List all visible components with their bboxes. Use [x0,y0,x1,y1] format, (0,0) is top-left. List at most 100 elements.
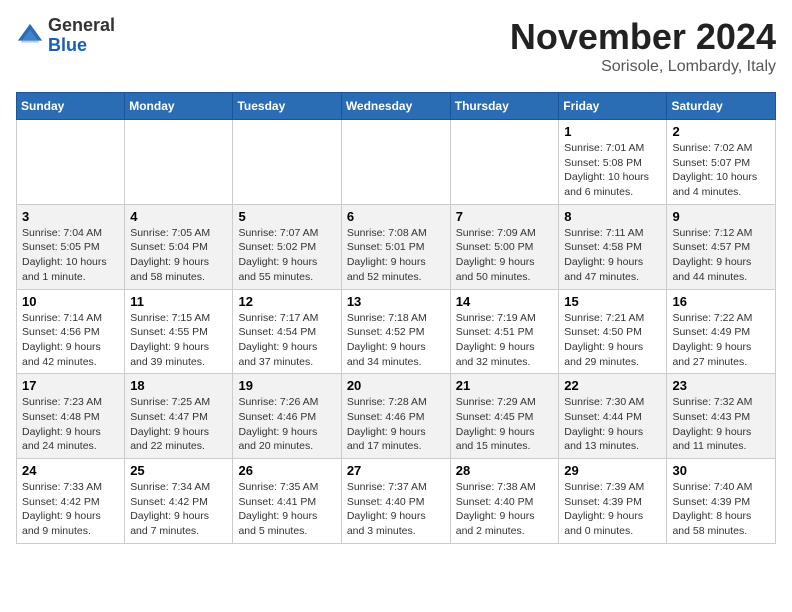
calendar-cell: 19 Sunrise: 7:26 AM Sunset: 4:46 PM Dayli… [233,374,341,459]
day-number: 17 [22,378,119,393]
day-number: 26 [238,463,335,478]
calendar-cell: 10Sunrise: 7:14 AM Sunset: 4:56 PM Dayli… [17,289,125,374]
day-number: 14 [456,294,554,309]
day-info: Sunrise: 7:37 AM Sunset: 4:40 PM Dayligh… [347,480,445,539]
weekday-header-friday: Friday [559,93,667,120]
day-number: 28 [456,463,554,478]
day-info: Sunrise: 7:15 AM Sunset: 4:55 PM Dayligh… [130,311,227,370]
day-info: Sunrise: 7:21 AM Sunset: 4:50 PM Dayligh… [564,311,661,370]
weekday-header-row: SundayMondayTuesdayWednesdayThursdayFrid… [17,93,776,120]
calendar-cell: 15 Sunrise: 7:21 AM Sunset: 4:50 PM Dayli… [559,289,667,374]
calendar-cell: 6 Sunrise: 7:08 AM Sunset: 5:01 PM Daylig… [341,204,450,289]
day-number: 9 [672,209,770,224]
calendar-cell: 4 Sunrise: 7:05 AM Sunset: 5:04 PM Daylig… [125,204,233,289]
day-number: 13 [347,294,445,309]
logo-general: General [48,16,115,36]
day-info: Sunrise: 7:33 AM Sunset: 4:42 PM Dayligh… [22,480,119,539]
day-number: 23 [672,378,770,393]
day-info: Sunrise: 7:05 AM Sunset: 5:04 PM Dayligh… [130,226,227,285]
weekday-header-thursday: Thursday [450,93,559,120]
day-number: 30 [672,463,770,478]
day-info: Sunrise: 7:17 AM Sunset: 4:54 PM Dayligh… [238,311,335,370]
calendar-cell: 20 Sunrise: 7:28 AM Sunset: 4:46 PM Dayli… [341,374,450,459]
day-info: Sunrise: 7:14 AM Sunset: 4:56 PM Dayligh… [22,311,119,370]
week-row-2: 10Sunrise: 7:14 AM Sunset: 4:56 PM Dayli… [17,289,776,374]
day-number: 19 [238,378,335,393]
day-info: Sunrise: 7:07 AM Sunset: 5:02 PM Dayligh… [238,226,335,285]
logo: General Blue [16,16,115,56]
day-number: 6 [347,209,445,224]
calendar-table: SundayMondayTuesdayWednesdayThursdayFrid… [16,92,776,544]
month-title: November 2024 [510,16,776,58]
page-header: General Blue November 2024 Sorisole, Lom… [16,16,776,76]
calendar-cell [17,120,125,205]
day-info: Sunrise: 7:11 AM Sunset: 4:58 PM Dayligh… [564,226,661,285]
calendar-cell: 11 Sunrise: 7:15 AM Sunset: 4:55 PM Dayli… [125,289,233,374]
calendar-cell: 21 Sunrise: 7:29 AM Sunset: 4:45 PM Dayli… [450,374,559,459]
calendar-cell: 22 Sunrise: 7:30 AM Sunset: 4:44 PM Dayli… [559,374,667,459]
day-info: Sunrise: 7:26 AM Sunset: 4:46 PM Dayligh… [238,395,335,454]
calendar-cell: 26Sunrise: 7:35 AM Sunset: 4:41 PM Dayli… [233,459,341,544]
week-row-0: 1Sunrise: 7:01 AM Sunset: 5:08 PM Daylig… [17,120,776,205]
calendar-cell: 27 Sunrise: 7:37 AM Sunset: 4:40 PM Dayli… [341,459,450,544]
calendar-cell: 2 Sunrise: 7:02 AM Sunset: 5:07 PM Daylig… [667,120,776,205]
calendar-cell [233,120,341,205]
day-info: Sunrise: 7:32 AM Sunset: 4:43 PM Dayligh… [672,395,770,454]
day-info: Sunrise: 7:18 AM Sunset: 4:52 PM Dayligh… [347,311,445,370]
day-number: 20 [347,378,445,393]
day-info: Sunrise: 7:01 AM Sunset: 5:08 PM Dayligh… [564,141,661,200]
day-info: Sunrise: 7:38 AM Sunset: 4:40 PM Dayligh… [456,480,554,539]
calendar-cell: 3Sunrise: 7:04 AM Sunset: 5:05 PM Daylig… [17,204,125,289]
calendar-cell: 12 Sunrise: 7:17 AM Sunset: 4:54 PM Dayli… [233,289,341,374]
calendar-cell: 13 Sunrise: 7:18 AM Sunset: 4:52 PM Dayli… [341,289,450,374]
calendar-cell: 24 Sunrise: 7:33 AM Sunset: 4:42 PM Dayli… [17,459,125,544]
week-row-1: 3Sunrise: 7:04 AM Sunset: 5:05 PM Daylig… [17,204,776,289]
day-number: 2 [672,124,770,139]
day-number: 11 [130,294,227,309]
day-number: 21 [456,378,554,393]
calendar-cell [125,120,233,205]
calendar-cell: 8Sunrise: 7:11 AM Sunset: 4:58 PM Daylig… [559,204,667,289]
calendar-cell: 9 Sunrise: 7:12 AM Sunset: 4:57 PM Daylig… [667,204,776,289]
day-number: 27 [347,463,445,478]
day-number: 22 [564,378,661,393]
day-info: Sunrise: 7:12 AM Sunset: 4:57 PM Dayligh… [672,226,770,285]
day-number: 7 [456,209,554,224]
day-number: 5 [238,209,335,224]
day-info: Sunrise: 7:19 AM Sunset: 4:51 PM Dayligh… [456,311,554,370]
day-number: 16 [672,294,770,309]
day-info: Sunrise: 7:22 AM Sunset: 4:49 PM Dayligh… [672,311,770,370]
day-number: 29 [564,463,661,478]
day-info: Sunrise: 7:28 AM Sunset: 4:46 PM Dayligh… [347,395,445,454]
day-info: Sunrise: 7:30 AM Sunset: 4:44 PM Dayligh… [564,395,661,454]
day-info: Sunrise: 7:09 AM Sunset: 5:00 PM Dayligh… [456,226,554,285]
day-info: Sunrise: 7:39 AM Sunset: 4:39 PM Dayligh… [564,480,661,539]
day-number: 18 [130,378,227,393]
calendar-cell: 18 Sunrise: 7:25 AM Sunset: 4:47 PM Dayli… [125,374,233,459]
weekday-header-wednesday: Wednesday [341,93,450,120]
calendar-cell: 16 Sunrise: 7:22 AM Sunset: 4:49 PM Dayli… [667,289,776,374]
weekday-header-tuesday: Tuesday [233,93,341,120]
calendar-cell: 29 Sunrise: 7:39 AM Sunset: 4:39 PM Dayli… [559,459,667,544]
day-info: Sunrise: 7:25 AM Sunset: 4:47 PM Dayligh… [130,395,227,454]
title-block: November 2024 Sorisole, Lombardy, Italy [510,16,776,76]
day-number: 24 [22,463,119,478]
day-info: Sunrise: 7:34 AM Sunset: 4:42 PM Dayligh… [130,480,227,539]
day-info: Sunrise: 7:08 AM Sunset: 5:01 PM Dayligh… [347,226,445,285]
logo-blue: Blue [48,36,115,56]
calendar-cell [341,120,450,205]
day-number: 12 [238,294,335,309]
calendar-cell: 5 Sunrise: 7:07 AM Sunset: 5:02 PM Daylig… [233,204,341,289]
day-info: Sunrise: 7:02 AM Sunset: 5:07 PM Dayligh… [672,141,770,200]
day-number: 4 [130,209,227,224]
calendar-cell: 23 Sunrise: 7:32 AM Sunset: 4:43 PM Dayli… [667,374,776,459]
day-number: 25 [130,463,227,478]
weekday-header-monday: Monday [125,93,233,120]
day-info: Sunrise: 7:23 AM Sunset: 4:48 PM Dayligh… [22,395,119,454]
day-info: Sunrise: 7:40 AM Sunset: 4:39 PM Dayligh… [672,480,770,539]
logo-icon [16,22,44,50]
day-number: 15 [564,294,661,309]
week-row-4: 24 Sunrise: 7:33 AM Sunset: 4:42 PM Dayli… [17,459,776,544]
day-info: Sunrise: 7:29 AM Sunset: 4:45 PM Dayligh… [456,395,554,454]
calendar-cell [450,120,559,205]
